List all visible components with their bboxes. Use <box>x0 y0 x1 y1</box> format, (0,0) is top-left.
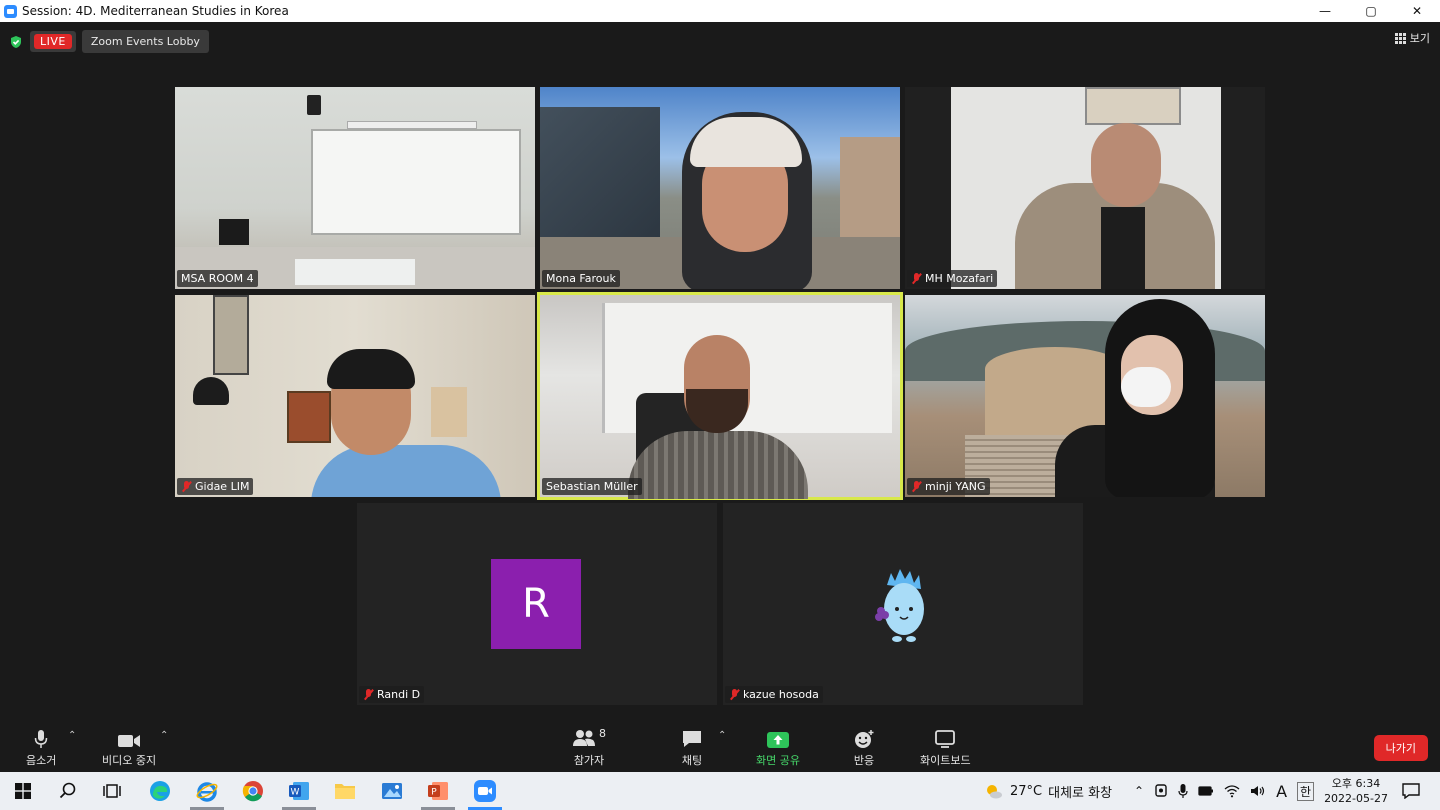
notification-center-icon[interactable] <box>1400 780 1422 802</box>
video-tile-mh-mozafari[interactable]: MH Mozafari <box>905 87 1265 289</box>
svg-text:W: W <box>291 788 300 798</box>
microphone-icon <box>34 730 48 748</box>
zoom-taskbar-icon[interactable] <box>474 780 496 802</box>
video-tile-kazue-hosoda[interactable]: kazue hosoda <box>723 503 1083 705</box>
whiteboard-icon <box>935 730 956 748</box>
video-tile-minji-yang[interactable]: minji YANG <box>905 295 1265 497</box>
share-screen-icon <box>766 732 789 748</box>
participant-name-tag: Randi D <box>359 686 425 703</box>
participants-button[interactable]: 8 참가자 <box>572 727 606 768</box>
internet-explorer-icon[interactable] <box>196 780 218 802</box>
meet-now-camera-icon[interactable] <box>1154 783 1168 799</box>
mic-muted-icon <box>181 481 192 492</box>
view-button[interactable]: 보기 <box>1394 30 1430 46</box>
zoom-events-lobby-button[interactable]: Zoom Events Lobby <box>81 30 209 53</box>
windows-start-icon[interactable] <box>12 780 34 802</box>
weather-description: 대체로 화창 <box>1048 785 1113 801</box>
weather-widget[interactable]: 27°C 대체로 화창 <box>984 772 1112 810</box>
participants-icon <box>573 730 595 746</box>
battery-icon[interactable] <box>1198 785 1214 797</box>
share-screen-button[interactable]: 화면 공유 <box>756 727 800 768</box>
restore-button[interactable]: ▢ <box>1348 0 1394 22</box>
taskbar-clock[interactable]: 오후 6:34 2022-05-27 <box>1324 776 1388 806</box>
reactions-button[interactable]: 반응 <box>853 727 875 768</box>
powerpoint-app-icon[interactable]: P <box>427 780 449 802</box>
participants-count: 8 <box>599 727 606 740</box>
close-window-button[interactable]: ✕ <box>1394 0 1440 22</box>
video-tile-sebastian-muller[interactable]: Sebastian Müller <box>537 292 903 500</box>
chat-options-caret[interactable]: ⌃ <box>718 730 726 741</box>
leave-button[interactable]: 나가기 <box>1373 735 1428 761</box>
search-icon[interactable] <box>57 780 79 802</box>
video-tile-gidae-lim[interactable]: Gidae LIM <box>175 295 535 497</box>
window-title: Session: 4D. Mediterranean Studies in Ko… <box>22 4 289 18</box>
meeting-area: LIVE Zoom Events Lobby 보기 MSA ROOM 4 Mon… <box>0 22 1440 772</box>
mic-muted-icon <box>363 689 374 700</box>
meeting-toolbar: 음소거 ⌃ 비디오 중지 ⌃ 8 참가자 채팅 ⌃ 화면 공유 반응 화이트보드… <box>0 722 1440 772</box>
live-status-row: LIVE Zoom Events Lobby <box>8 30 209 53</box>
avatar: R <box>491 559 581 649</box>
ime-language-indicator[interactable]: 한 <box>1297 781 1315 801</box>
chat-button[interactable]: 채팅 <box>681 727 703 768</box>
word-app-icon[interactable]: W <box>288 780 310 802</box>
stop-video-button[interactable]: 비디오 중지 <box>102 727 156 768</box>
task-view-icon[interactable] <box>101 780 123 802</box>
svg-text:P: P <box>431 788 437 798</box>
whiteboard-button[interactable]: 화이트보드 <box>920 727 971 768</box>
mic-muted-icon <box>911 273 922 284</box>
chrome-browser-icon[interactable] <box>242 780 264 802</box>
video-options-caret[interactable]: ⌃ <box>160 730 168 741</box>
video-tile-randi-d[interactable]: R Randi D <box>357 503 717 705</box>
show-hidden-icons-chevron-icon[interactable]: ⌃ <box>1134 784 1144 798</box>
grid-view-icon <box>1394 32 1406 44</box>
audio-options-caret[interactable]: ⌃ <box>68 730 76 741</box>
live-badge[interactable]: LIVE <box>30 31 76 52</box>
video-camera-icon <box>118 735 141 747</box>
video-tile-msa-room-4[interactable]: MSA ROOM 4 <box>175 87 535 289</box>
mic-muted-icon <box>729 689 740 700</box>
participant-name-tag: Sebastian Müller <box>542 478 642 495</box>
volume-icon[interactable] <box>1250 784 1266 798</box>
smiley-reaction-icon <box>855 730 874 748</box>
sun-cloud-icon <box>987 785 1002 799</box>
chat-bubble-icon <box>683 731 701 747</box>
windows-taskbar: W P 27°C 대체로 화창 ⌃ A 한 오후 6:34 2022-05-27 <box>0 772 1440 810</box>
wifi-icon[interactable] <box>1224 784 1240 798</box>
ime-mode-indicator[interactable]: A <box>1276 782 1287 801</box>
clock-time: 오후 6:34 <box>1331 777 1381 790</box>
security-shield-icon[interactable] <box>8 34 24 50</box>
participant-name-tag: MSA ROOM 4 <box>177 270 258 287</box>
mute-button[interactable]: 음소거 <box>26 727 56 768</box>
clock-date: 2022-05-27 <box>1324 792 1388 805</box>
photos-app-icon[interactable] <box>381 780 403 802</box>
file-explorer-icon[interactable] <box>334 780 356 802</box>
weather-temperature: 27°C <box>1010 783 1043 799</box>
edge-browser-icon[interactable] <box>149 780 171 802</box>
minimize-button[interactable]: — <box>1302 0 1348 22</box>
microphone-tray-icon[interactable] <box>1178 783 1188 799</box>
view-label: 보기 <box>1409 32 1430 45</box>
participant-name-tag: kazue hosoda <box>725 686 823 703</box>
zoom-app-icon <box>4 4 17 18</box>
video-tile-mona-farouk[interactable]: Mona Farouk <box>540 87 900 289</box>
window-titlebar: Session: 4D. Mediterranean Studies in Ko… <box>0 0 1440 22</box>
mic-muted-icon <box>911 481 922 492</box>
participant-name-tag: Mona Farouk <box>542 270 620 287</box>
system-tray: ⌃ A 한 <box>1134 772 1315 810</box>
mascot-avatar-icon <box>875 569 924 642</box>
participant-name-tag: minji YANG <box>907 478 990 495</box>
participant-name-tag: MH Mozafari <box>907 270 998 287</box>
live-label: LIVE <box>34 34 72 49</box>
participant-name-tag: Gidae LIM <box>177 478 254 495</box>
